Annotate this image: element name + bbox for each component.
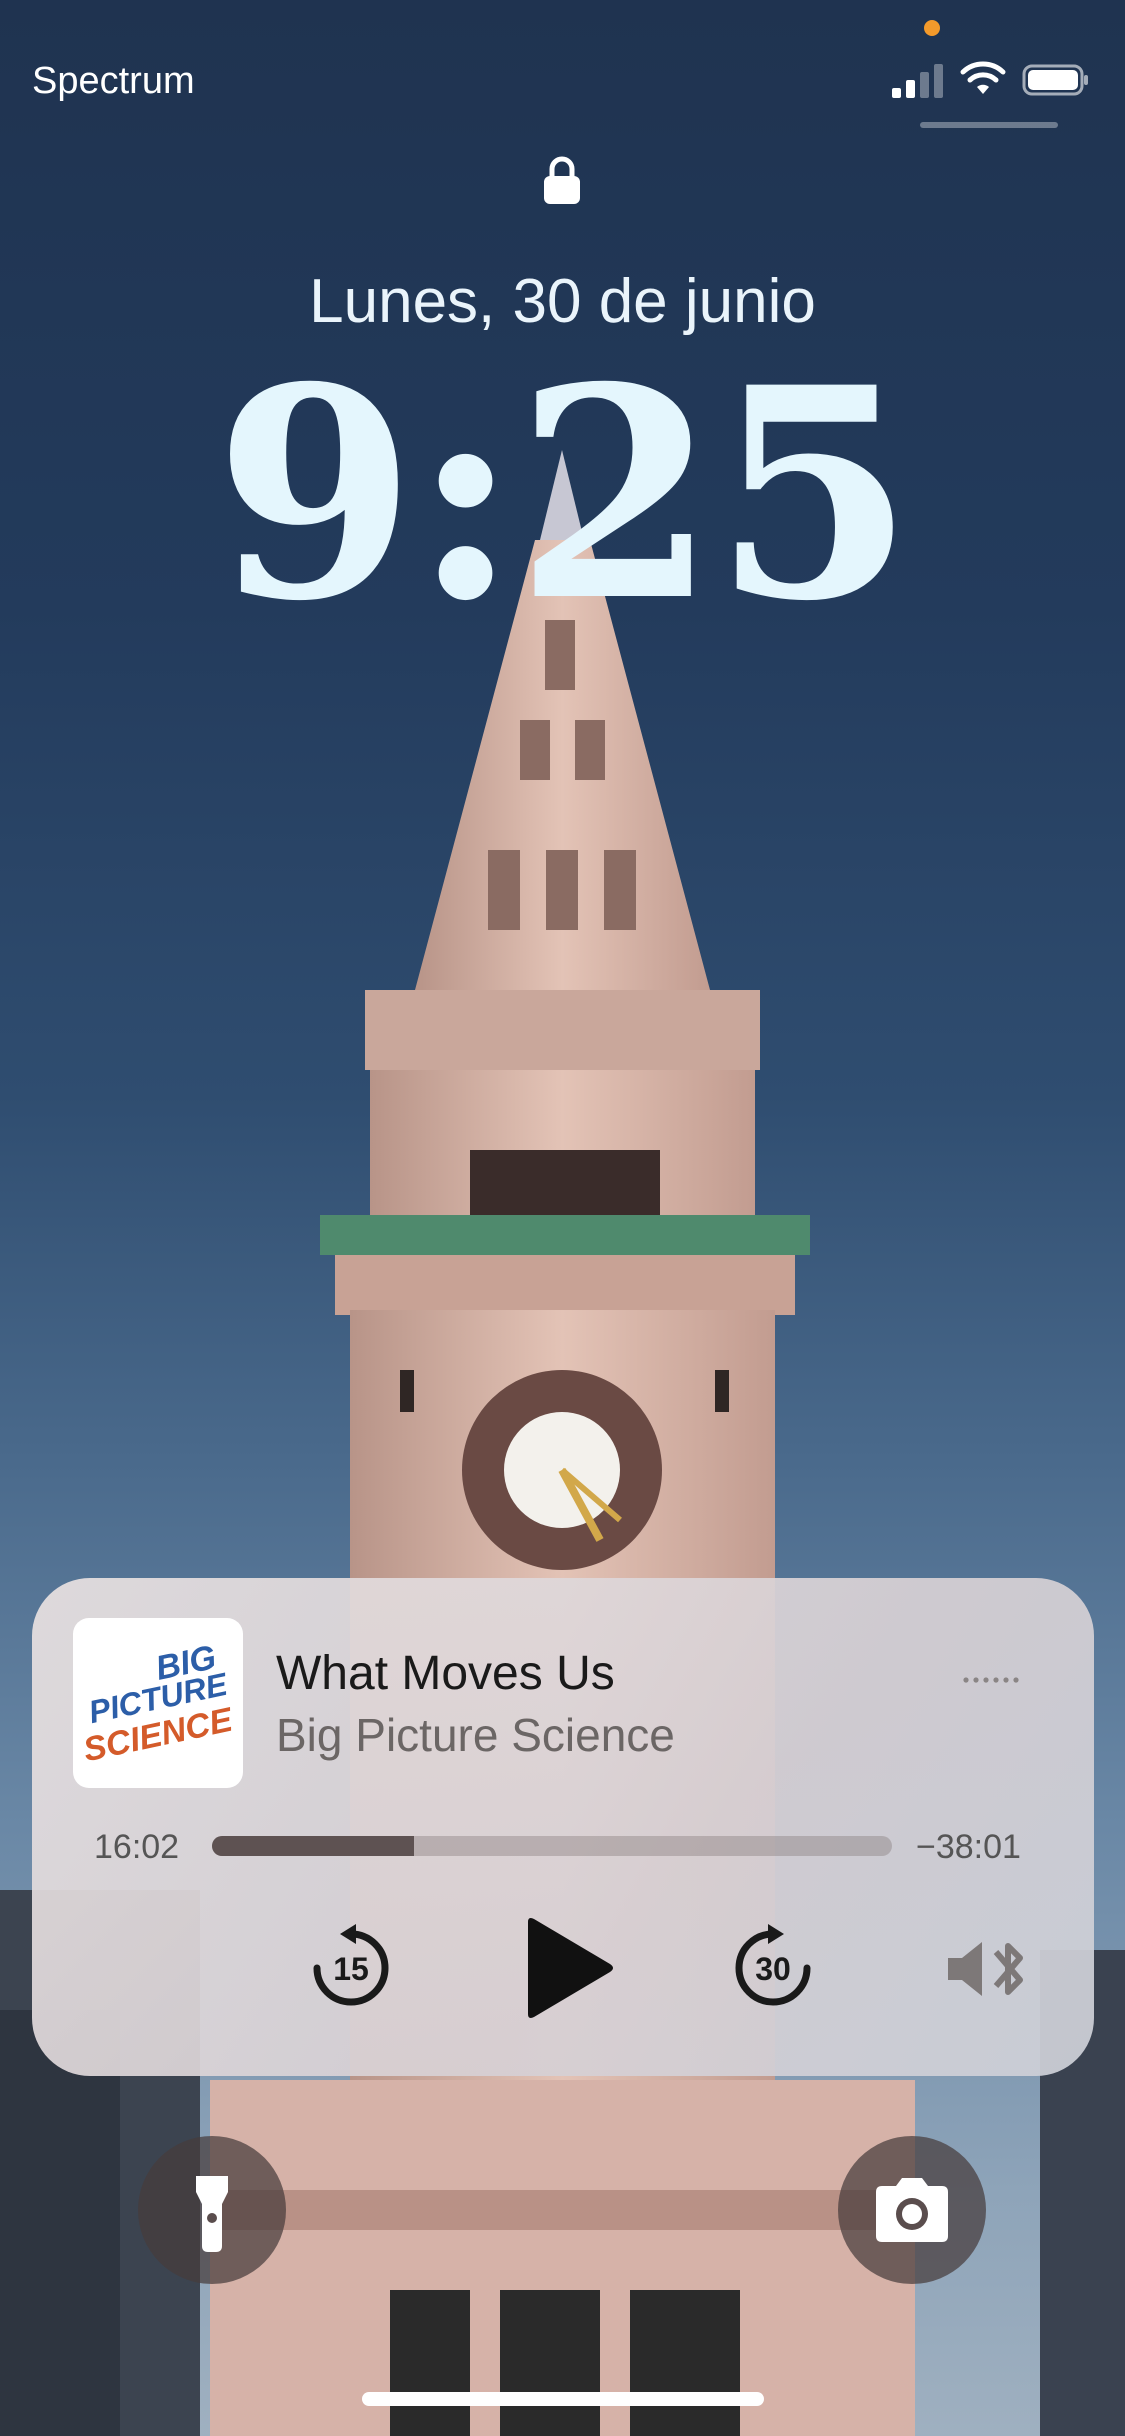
skip-forward-seconds: 30 <box>755 1951 791 1987</box>
battery-icon <box>1022 64 1088 96</box>
skip-back-seconds: 15 <box>333 1951 369 1987</box>
elapsed-time: 16:02 <box>94 1828 180 1866</box>
flashlight-button[interactable] <box>138 2136 286 2284</box>
status-indicator-line <box>920 122 1058 128</box>
camera-button[interactable] <box>838 2136 986 2284</box>
more-dots-icon[interactable] <box>960 1668 1024 1692</box>
track-title[interactable]: What Moves Us <box>276 1646 615 1701</box>
playback-progress-fill <box>212 1836 414 1856</box>
signal-bars-icon <box>892 64 943 98</box>
carrier-label: Spectrum <box>32 60 195 102</box>
speaker-bluetooth-icon[interactable] <box>944 1934 1034 2004</box>
podcast-artwork[interactable]: BIG PICTURE SCIENCE <box>73 1618 243 1788</box>
home-indicator[interactable] <box>362 2392 764 2406</box>
play-icon[interactable] <box>520 1916 616 2020</box>
lock-icon <box>544 156 580 204</box>
flashlight-icon <box>196 2176 228 2252</box>
playback-scrubber[interactable] <box>212 1836 892 1856</box>
wifi-icon <box>960 61 1006 94</box>
skip-back-15-icon[interactable]: 15 <box>306 1922 396 2012</box>
camera-icon <box>876 2178 948 2242</box>
remaining-time: −38:01 <box>916 1828 1021 1866</box>
skip-forward-30-icon[interactable]: 30 <box>728 1922 818 2012</box>
track-artist[interactable]: Big Picture Science <box>276 1708 675 1762</box>
lock-screen-time: 9:25 <box>214 325 914 665</box>
privacy-indicator-dot <box>924 20 940 36</box>
